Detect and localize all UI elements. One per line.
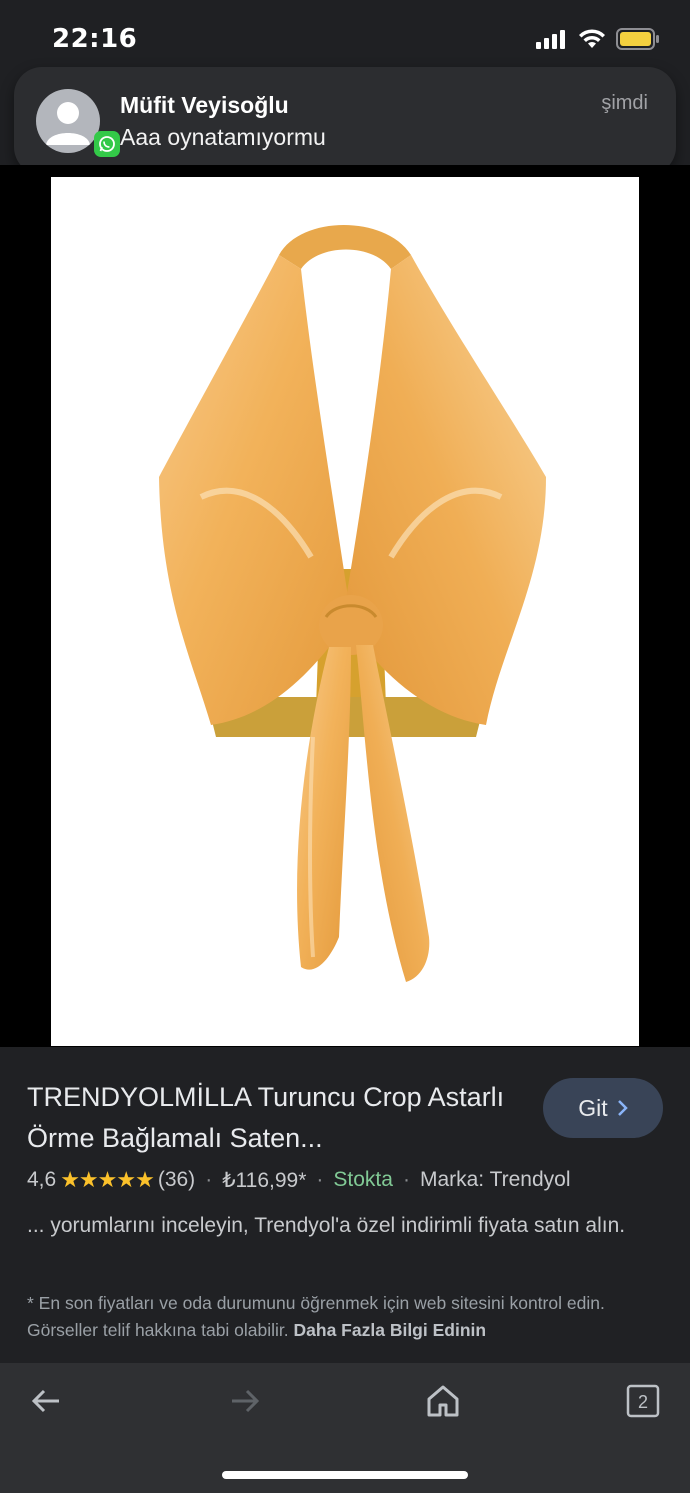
notification-message: Aaa oynatamıyormu <box>120 124 326 150</box>
tab-count: 2 <box>638 1392 648 1412</box>
product-image[interactable] <box>51 177 639 1046</box>
separator: · <box>316 1168 324 1191</box>
home-indicator <box>222 1471 468 1479</box>
tabs-button[interactable]: 2 <box>618 1381 668 1421</box>
forward-arrow-icon <box>232 1389 260 1413</box>
product-title[interactable]: TRENDYOLMİLLA Turuncu Crop Astarlı Örme … <box>27 1077 507 1159</box>
price: ₺116,99* <box>222 1168 307 1192</box>
tabs-icon: 2 <box>626 1384 660 1418</box>
disclaimer: * En son fiyatları ve oda durumunu öğren… <box>27 1290 667 1344</box>
product-description: ... yorumlarını inceleyin, Trendyol'a öz… <box>27 1214 626 1237</box>
forward-button[interactable] <box>220 1381 270 1421</box>
notification-sender: Müfit Veyisoğlu <box>120 92 289 118</box>
separator: · <box>205 1168 213 1191</box>
notification-banner[interactable]: Müfit Veyisoğlu Aaa oynatamıyormu şimdi <box>14 67 676 175</box>
signal-icon <box>536 30 565 49</box>
status-icons <box>536 28 660 50</box>
home-icon <box>427 1385 459 1417</box>
wifi-icon <box>579 29 605 48</box>
battery-icon <box>616 28 659 50</box>
review-count: (36) <box>157 1168 196 1191</box>
whatsapp-icon <box>94 131 120 157</box>
contact-avatar <box>36 89 100 153</box>
chevron-right-icon <box>617 1100 628 1116</box>
rating-value: 4,6 <box>27 1168 57 1191</box>
product-meta: 4,6 ★★★★★ (36) · ₺116,99* · Stokta · Mar… <box>27 1167 571 1193</box>
back-arrow-icon <box>31 1389 59 1413</box>
separator: · <box>402 1168 410 1191</box>
rating-stars-icon: ★★★★★ <box>60 1167 155 1192</box>
image-viewer <box>0 165 690 1047</box>
brand: Marka: Trendyol <box>419 1168 571 1191</box>
product-info-panel: TRENDYOLMİLLA Turuncu Crop Astarlı Örme … <box>0 1047 690 1363</box>
go-button[interactable]: Git <box>543 1078 663 1138</box>
back-button[interactable] <box>21 1381 71 1421</box>
status-time: 22:16 <box>52 24 138 54</box>
notification-time: şimdi <box>601 92 648 114</box>
go-button-label: Git <box>578 1094 608 1121</box>
home-button[interactable] <box>418 1381 468 1421</box>
availability: Stokta <box>333 1168 393 1191</box>
more-info-link[interactable]: Daha Fazla Bilgi Edinin <box>294 1320 487 1340</box>
